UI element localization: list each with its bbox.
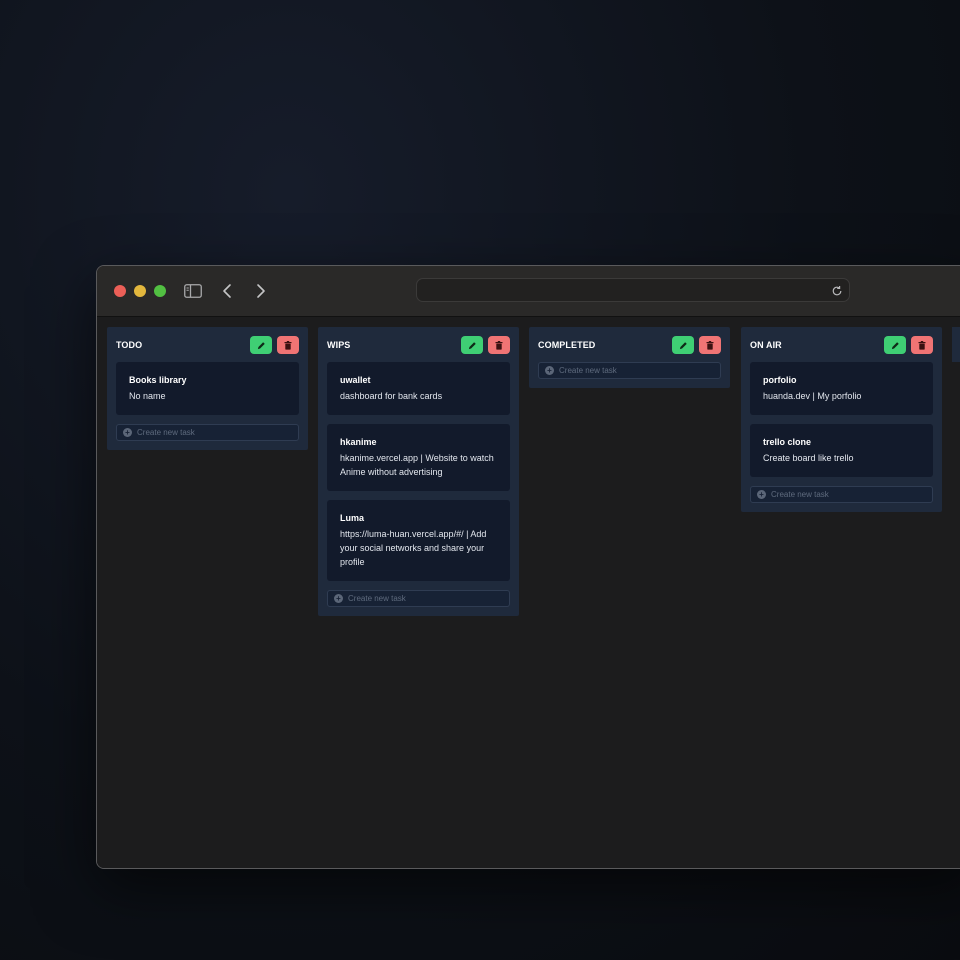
create-task-placeholder: Create new task bbox=[137, 428, 195, 437]
column-partial bbox=[952, 327, 960, 362]
plus-circle-icon: + bbox=[757, 490, 766, 499]
sidebar-icon[interactable] bbox=[182, 280, 204, 302]
pencil-icon bbox=[891, 341, 899, 349]
column-header: COMPLETED bbox=[538, 335, 721, 355]
maximize-window-button[interactable] bbox=[154, 285, 166, 297]
task-title: Books library bbox=[129, 375, 187, 385]
chevron-right-icon[interactable] bbox=[250, 280, 272, 302]
edit-column-button[interactable] bbox=[672, 336, 694, 354]
column-on-air: ON AIR porfolio huanda.dev | My porfolio… bbox=[741, 327, 942, 512]
pencil-icon bbox=[468, 341, 476, 349]
task-description: dashboard for bank cards bbox=[340, 391, 443, 401]
reload-icon[interactable] bbox=[831, 284, 843, 296]
column-header: ON AIR bbox=[750, 335, 933, 355]
chevron-left-icon[interactable] bbox=[216, 280, 238, 302]
pencil-icon bbox=[257, 341, 265, 349]
task-title: porfolio bbox=[763, 375, 797, 385]
column-completed: COMPLETED + Create new task bbox=[529, 327, 730, 388]
column-header: WIPS bbox=[327, 335, 510, 355]
delete-column-button[interactable] bbox=[699, 336, 721, 354]
task-description: No name bbox=[129, 391, 166, 401]
task-title: Luma bbox=[340, 513, 365, 523]
address-bar[interactable] bbox=[416, 278, 850, 302]
edit-column-button[interactable] bbox=[884, 336, 906, 354]
create-task-input[interactable]: + Create new task bbox=[116, 424, 299, 441]
kanban-board: TODO Books library No name + Create new … bbox=[97, 317, 960, 868]
edit-column-button[interactable] bbox=[461, 336, 483, 354]
create-task-input[interactable]: + Create new task bbox=[538, 362, 721, 379]
delete-column-button[interactable] bbox=[911, 336, 933, 354]
task-card[interactable]: Books library No name bbox=[116, 362, 299, 415]
task-description: https://luma-huan.vercel.app/#/ | Add yo… bbox=[340, 529, 487, 567]
create-task-input[interactable]: + Create new task bbox=[327, 590, 510, 607]
task-title: hkanime bbox=[340, 437, 377, 447]
browser-window: TODO Books library No name + Create new … bbox=[96, 265, 960, 869]
column-header: TODO bbox=[116, 335, 299, 355]
create-task-input[interactable]: + Create new task bbox=[750, 486, 933, 503]
create-task-placeholder: Create new task bbox=[348, 594, 406, 603]
task-card[interactable]: uwallet dashboard for bank cards bbox=[327, 362, 510, 415]
column-title: ON AIR bbox=[750, 340, 782, 350]
column-title: TODO bbox=[116, 340, 143, 350]
task-description: huanda.dev | My porfolio bbox=[763, 391, 862, 401]
plus-circle-icon: + bbox=[334, 594, 343, 603]
column-wips: WIPS uwallet dashboard for bank cards hk… bbox=[318, 327, 519, 616]
minimize-window-button[interactable] bbox=[134, 285, 146, 297]
trash-icon bbox=[706, 340, 714, 350]
task-title: trello clone bbox=[763, 437, 812, 447]
task-title: uwallet bbox=[340, 375, 371, 385]
browser-toolbar bbox=[97, 266, 960, 317]
task-description: Create board like trello bbox=[763, 453, 854, 463]
close-window-button[interactable] bbox=[114, 285, 126, 297]
delete-column-button[interactable] bbox=[277, 336, 299, 354]
column-title: WIPS bbox=[327, 340, 351, 350]
plus-circle-icon: + bbox=[545, 366, 554, 375]
task-card[interactable]: Luma https://luma-huan.vercel.app/#/ | A… bbox=[327, 500, 510, 581]
trash-icon bbox=[918, 340, 926, 350]
pencil-icon bbox=[679, 341, 687, 349]
trash-icon bbox=[284, 340, 292, 350]
trash-icon bbox=[495, 340, 503, 350]
task-card[interactable]: porfolio huanda.dev | My porfolio bbox=[750, 362, 933, 415]
create-task-placeholder: Create new task bbox=[771, 490, 829, 499]
task-card[interactable]: hkanime hkanime.vercel.app | Website to … bbox=[327, 424, 510, 491]
column-title: COMPLETED bbox=[538, 340, 596, 350]
task-description: hkanime.vercel.app | Website to watch An… bbox=[340, 453, 494, 477]
plus-circle-icon: + bbox=[123, 428, 132, 437]
task-card[interactable]: trello clone Create board like trello bbox=[750, 424, 933, 477]
column-todo: TODO Books library No name + Create new … bbox=[107, 327, 308, 450]
create-task-placeholder: Create new task bbox=[559, 366, 617, 375]
delete-column-button[interactable] bbox=[488, 336, 510, 354]
edit-column-button[interactable] bbox=[250, 336, 272, 354]
